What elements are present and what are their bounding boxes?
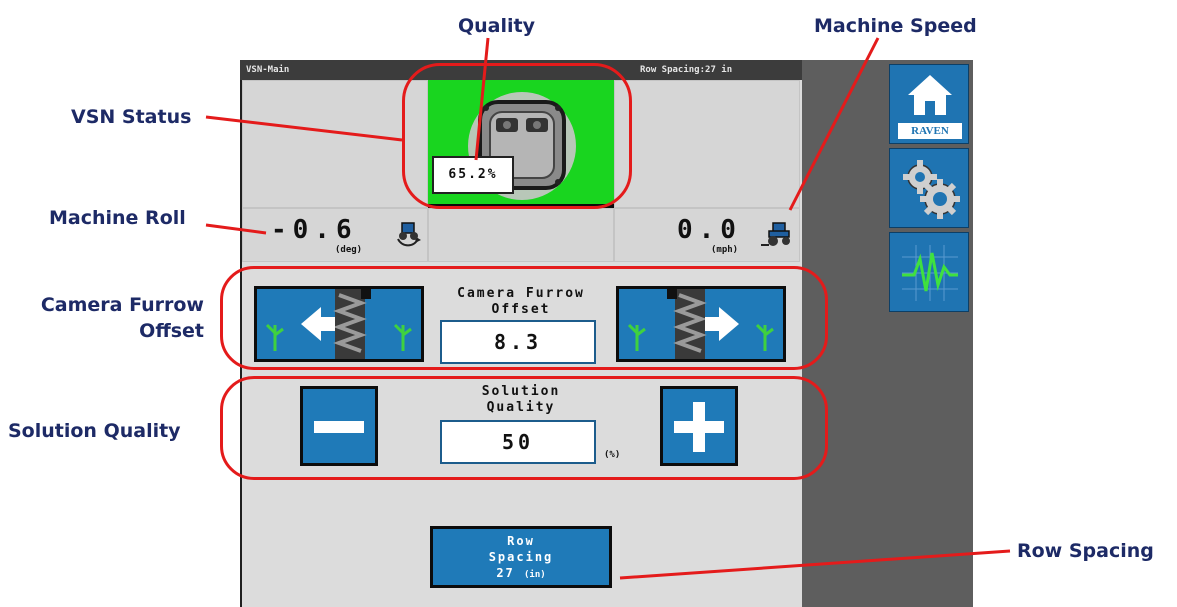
- row-spacing-callout: Row Spacing: [1017, 540, 1154, 562]
- solution-quality-callout: Solution Quality: [8, 420, 181, 442]
- vsn-status-callout: VSN Status: [71, 106, 192, 128]
- quality-callout: Quality: [458, 15, 535, 37]
- camera-furrow-offset-callout: Camera Furrow Offset: [0, 292, 204, 344]
- machine-roll-leader: [205, 223, 267, 235]
- row-spacing-leader: [619, 549, 1011, 580]
- machine-roll-callout: Machine Roll: [49, 207, 186, 229]
- quality-leader: [474, 37, 490, 161]
- machine-speed-leader: [788, 37, 880, 211]
- machine-speed-callout: Machine Speed: [814, 15, 977, 37]
- camera-furrow-offset-callout-line2: Offset: [139, 320, 204, 342]
- camera-furrow-offset-callout-line1: Camera Furrow: [40, 294, 204, 316]
- vsn-status-leader: [205, 115, 403, 142]
